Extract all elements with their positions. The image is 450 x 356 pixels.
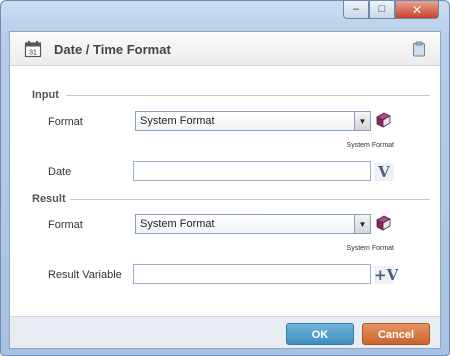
variable-icon[interactable]: V [374, 163, 394, 181]
format-book-icon[interactable] [374, 214, 392, 235]
close-button[interactable]: ✕ [395, 1, 439, 19]
calendar-icon: 31 [24, 40, 42, 61]
dialog-footer: OK Cancel [10, 316, 440, 348]
chevron-down-icon[interactable]: ▼ [354, 112, 370, 130]
dialog-panel: 31 Date / Time Format Input Format Syste… [9, 31, 441, 349]
input-section-title: Input [32, 89, 59, 101]
clipboard-icon[interactable] [412, 41, 426, 60]
result-format-label: Format [48, 219, 83, 231]
format-book-icon[interactable] [374, 111, 392, 132]
result-format-note: System Format [346, 245, 394, 252]
date-input[interactable] [133, 161, 371, 181]
cancel-button[interactable]: Cancel [362, 323, 430, 345]
input-date-label: Date [48, 166, 72, 178]
maximize-button[interactable]: □ [369, 1, 395, 19]
input-format-label: Format [48, 116, 83, 128]
result-variable-input[interactable] [133, 264, 371, 284]
ok-button[interactable]: OK [286, 323, 354, 345]
input-format-value: System Format [140, 115, 215, 127]
result-divider [70, 199, 430, 200]
minimize-button[interactable]: – [343, 1, 369, 19]
add-variable-icon[interactable]: +V [374, 266, 398, 284]
result-variable-label: Result Variable [48, 269, 122, 281]
dialog-header: 31 Date / Time Format [10, 32, 440, 66]
svg-text:31: 31 [29, 50, 37, 57]
app-window: – □ ✕ 31 Date / Time Format Input Format… [0, 0, 450, 356]
result-format-value: System Format [140, 218, 215, 230]
input-divider [66, 95, 430, 96]
dialog-title: Date / Time Format [54, 42, 171, 57]
input-format-note: System Format [346, 142, 394, 149]
result-format-select[interactable]: System Format ▼ [135, 214, 371, 234]
input-format-select[interactable]: System Format ▼ [135, 111, 371, 131]
result-section-title: Result [32, 193, 66, 205]
window-controls: – □ ✕ [343, 1, 439, 19]
chevron-down-icon[interactable]: ▼ [354, 215, 370, 233]
